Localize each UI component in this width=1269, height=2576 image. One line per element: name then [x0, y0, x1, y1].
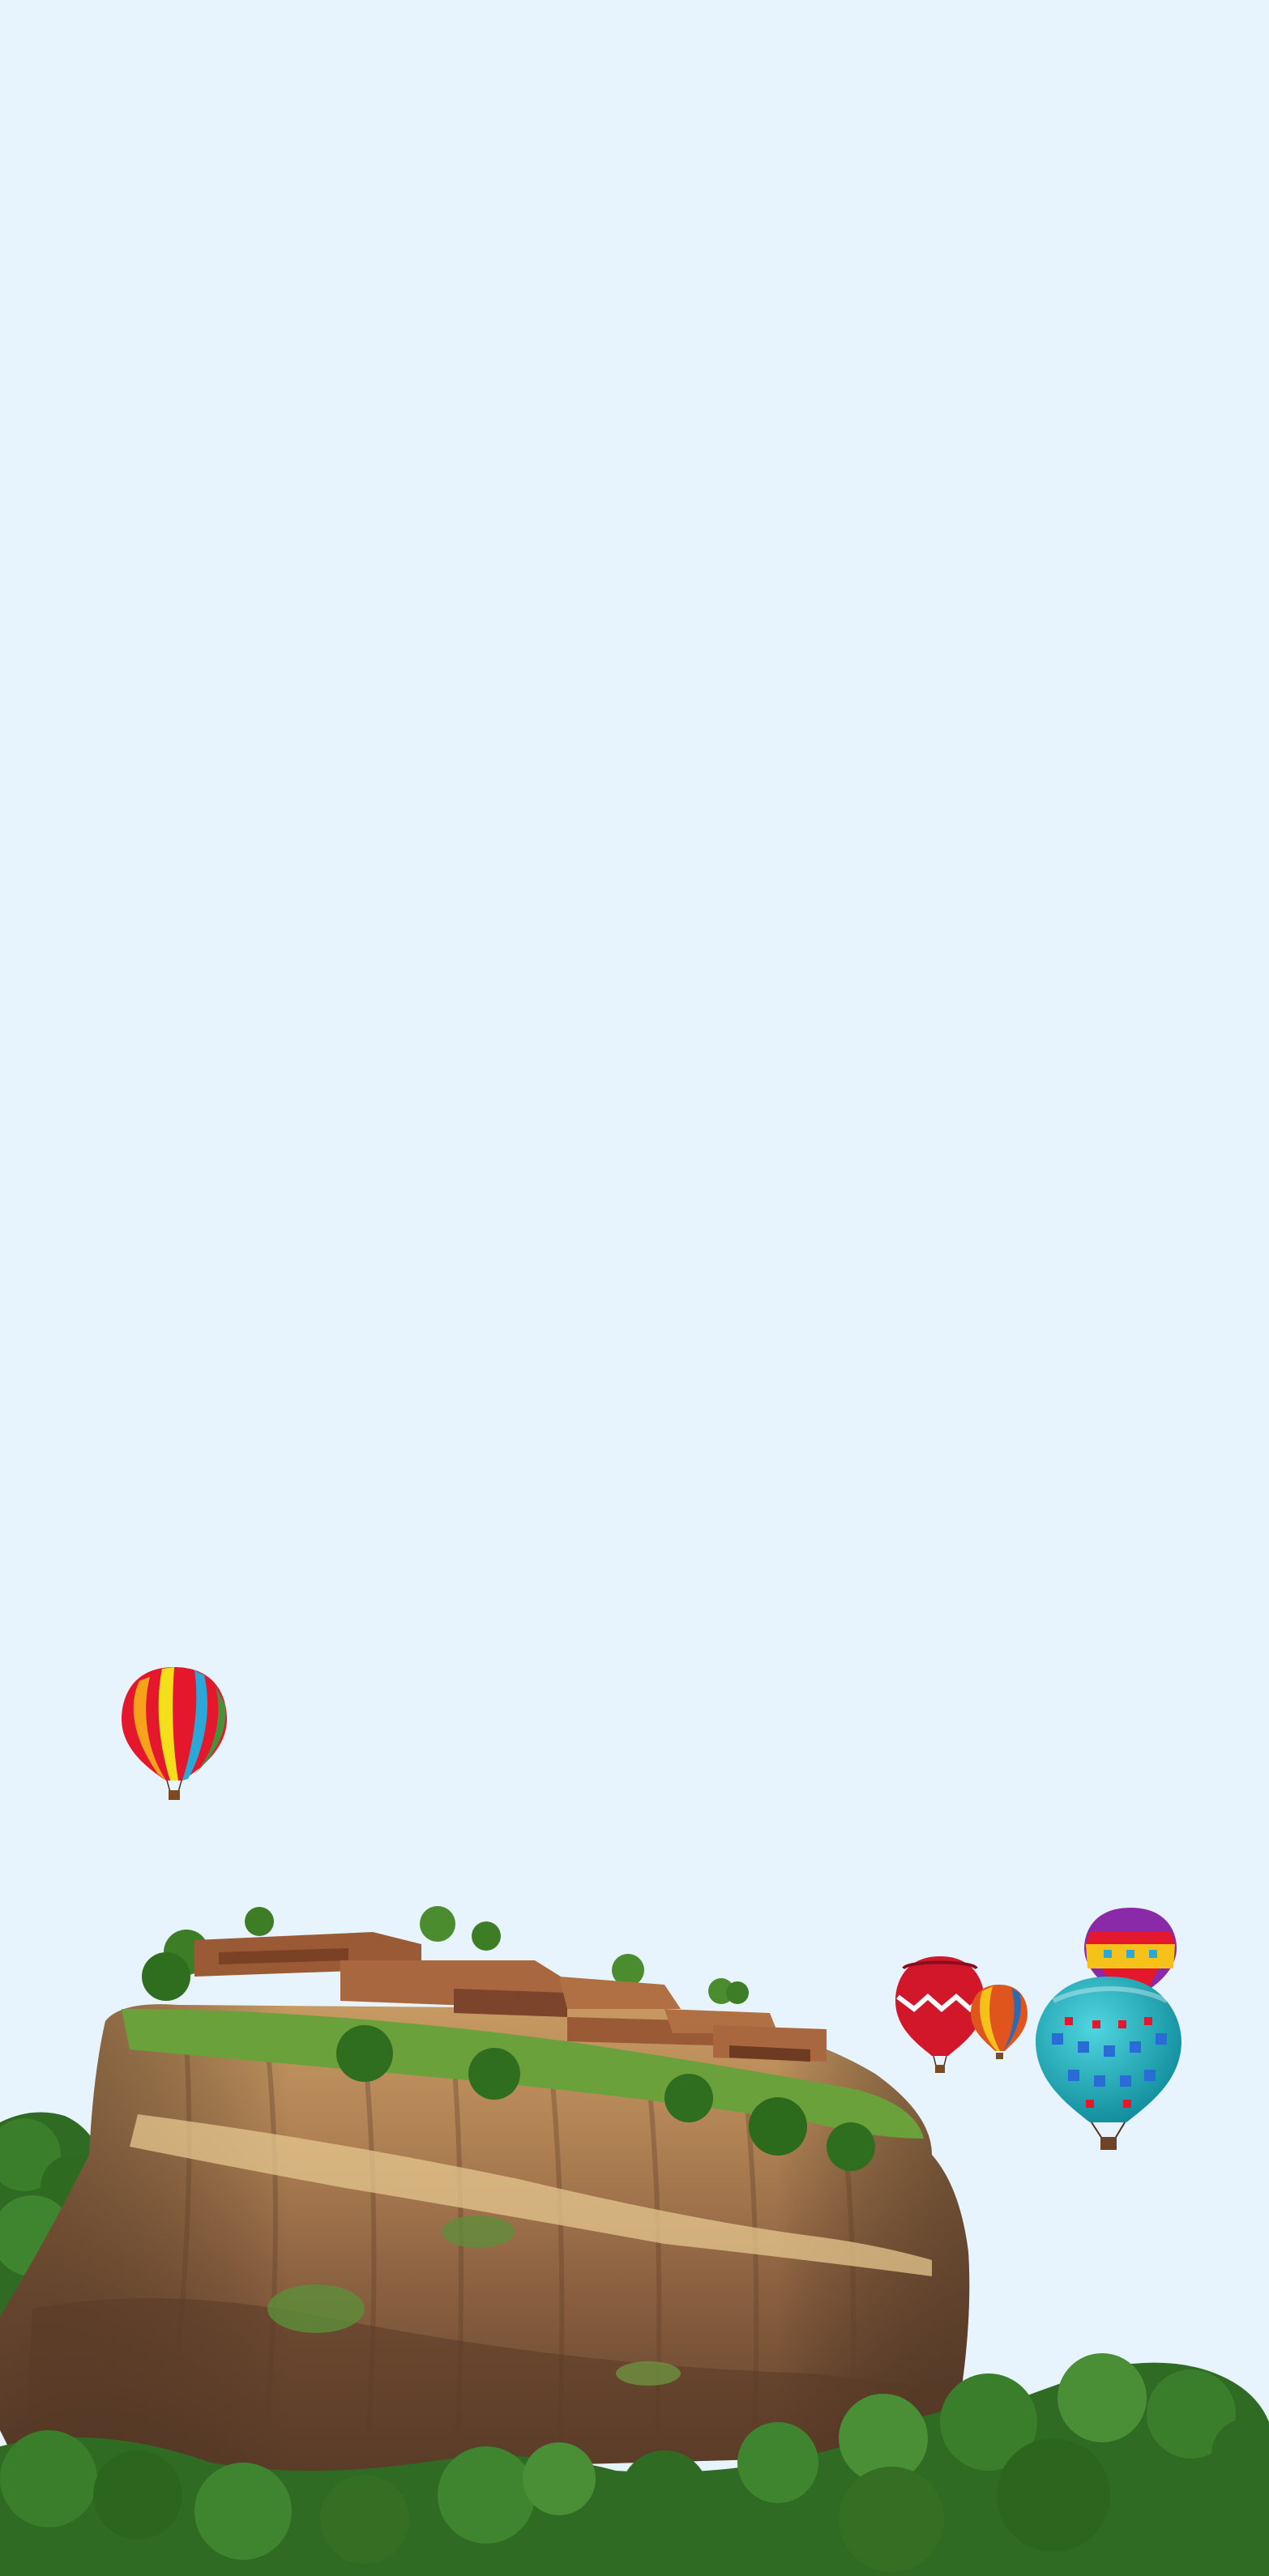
scene-illustration [0, 1667, 1269, 2576]
sigiriya-scene [0, 0, 1269, 2576]
teal-balloon [1036, 1977, 1181, 2150]
small-orange-balloon [971, 1985, 1028, 2059]
rainbow-balloon [122, 1667, 227, 1800]
